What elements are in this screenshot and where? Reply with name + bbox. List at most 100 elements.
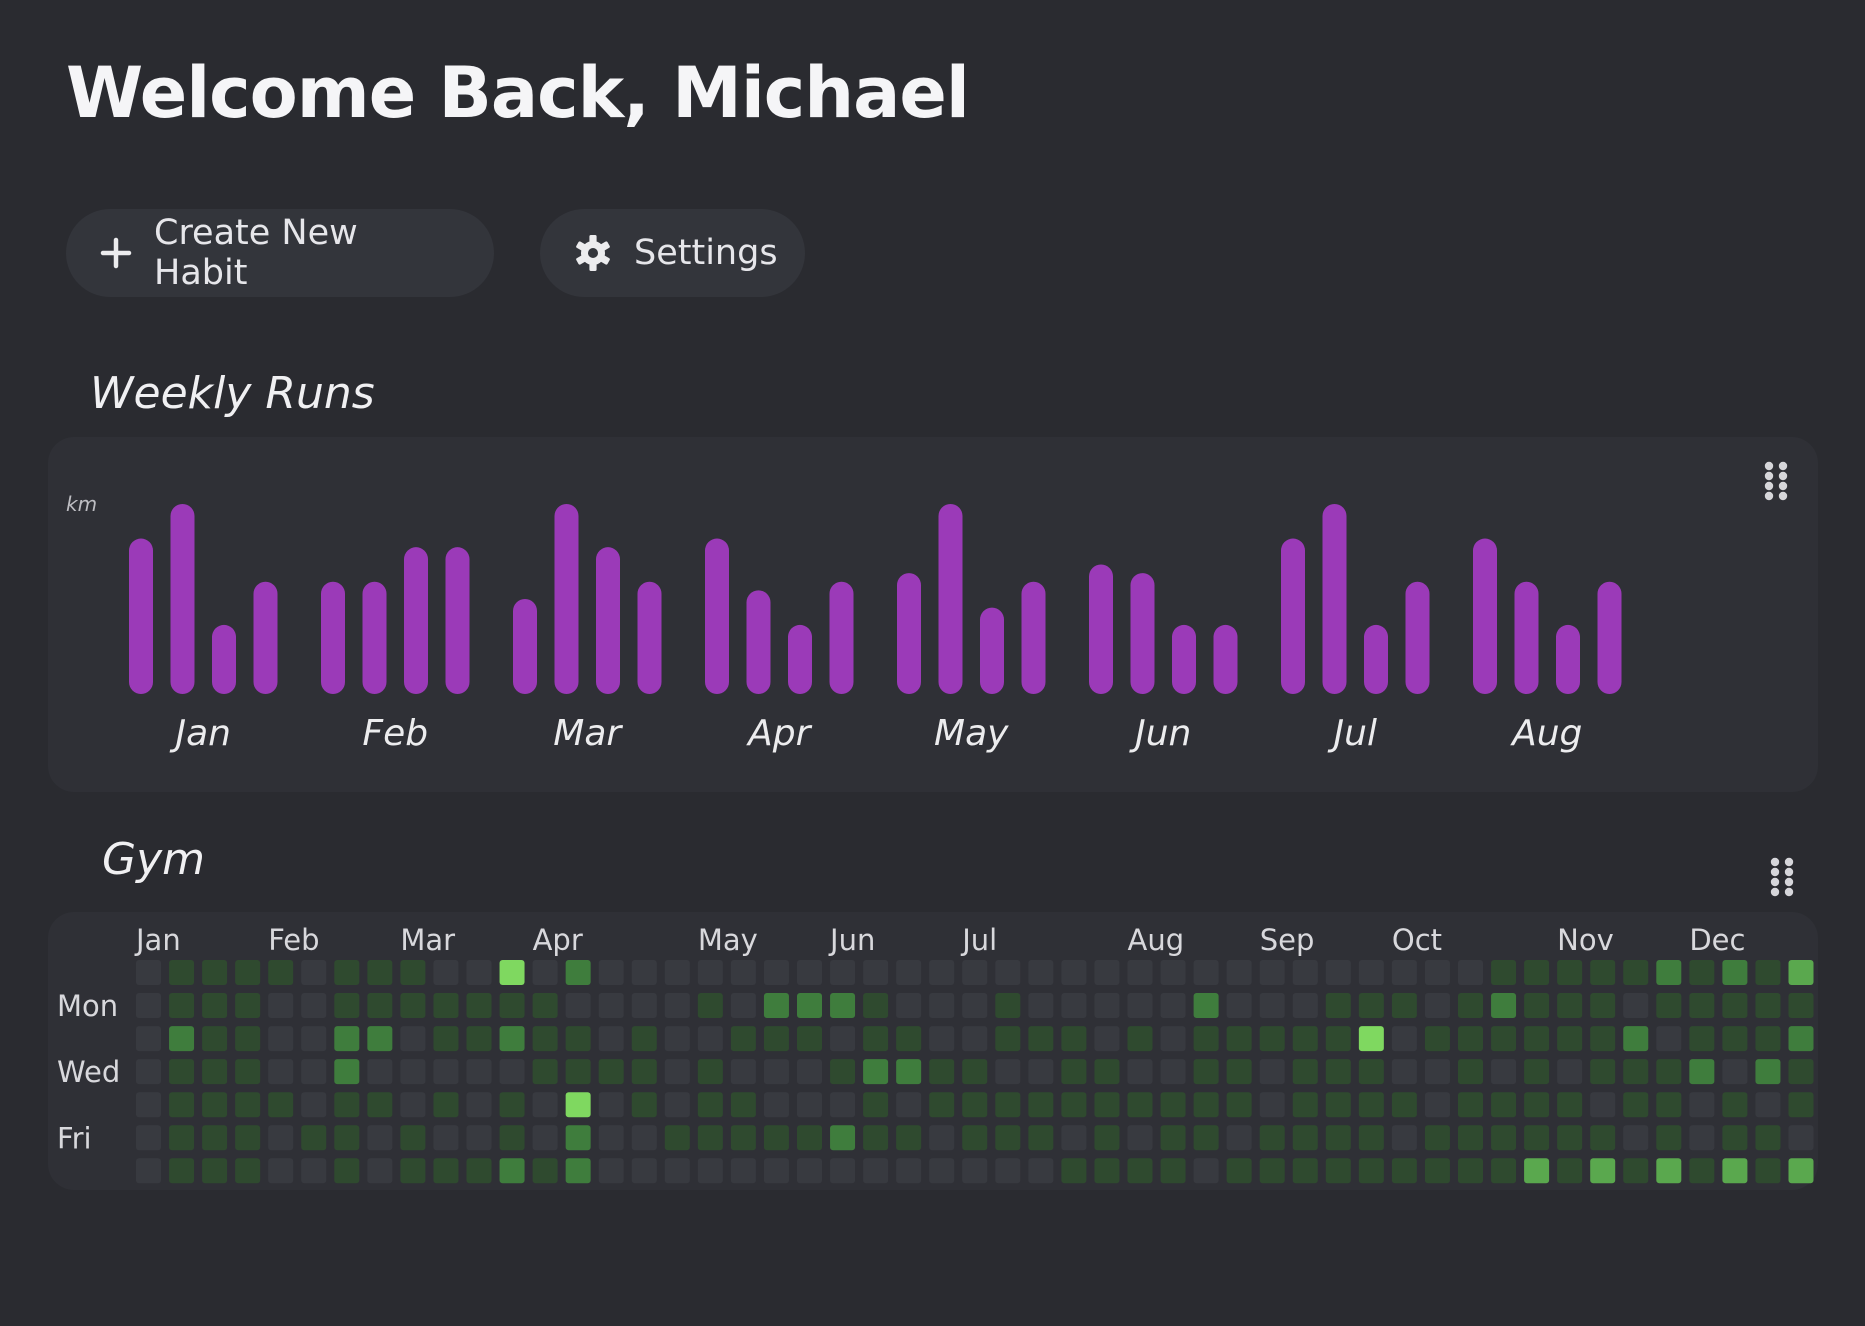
heatmap-cell[interactable] <box>1193 1158 1219 1184</box>
heatmap-cell[interactable] <box>400 1092 426 1118</box>
heatmap-cell[interactable] <box>896 1059 922 1085</box>
bar-jun-week-1[interactable] <box>1089 564 1113 694</box>
bar-may-week-4[interactable] <box>1021 581 1046 694</box>
heatmap-cell[interactable] <box>1325 1092 1351 1118</box>
heatmap-cell[interactable] <box>697 993 723 1019</box>
heatmap-cell[interactable] <box>1424 1059 1450 1085</box>
heatmap-cell[interactable] <box>466 1026 492 1052</box>
heatmap-cell[interactable] <box>797 1059 822 1085</box>
heatmap-cell[interactable] <box>1226 1158 1252 1184</box>
heatmap-cell[interactable] <box>962 1092 988 1118</box>
bar-jan-week-3[interactable] <box>212 624 236 694</box>
heatmap-cell[interactable] <box>136 1092 161 1118</box>
heatmap-cell[interactable] <box>697 1092 723 1118</box>
heatmap-cell[interactable] <box>1292 1026 1318 1052</box>
bar-jul-week-3[interactable] <box>1364 624 1388 694</box>
heatmap-cell[interactable] <box>1524 1059 1550 1085</box>
bar-jul-week-1[interactable] <box>1281 538 1305 694</box>
bar-jul-week-2[interactable] <box>1322 504 1347 694</box>
heatmap-cell[interactable] <box>1689 1125 1715 1151</box>
heatmap-cell[interactable] <box>1391 993 1417 1019</box>
heatmap-cell[interactable] <box>631 1026 657 1052</box>
heatmap-cell[interactable] <box>797 1092 822 1118</box>
heatmap-cell[interactable] <box>1292 960 1318 985</box>
heatmap-cell[interactable] <box>929 993 955 1019</box>
heatmap-cell[interactable] <box>730 960 756 985</box>
heatmap-cell[interactable] <box>730 993 756 1019</box>
heatmap-cell[interactable] <box>1623 1158 1649 1184</box>
heatmap-cell[interactable] <box>1424 1158 1450 1184</box>
heatmap-cell[interactable] <box>1590 1026 1616 1052</box>
heatmap-cell[interactable] <box>532 1125 558 1151</box>
heatmap-cell[interactable] <box>1193 1092 1219 1118</box>
heatmap-cell[interactable] <box>1226 960 1252 985</box>
bar-mar-week-1[interactable] <box>513 599 537 694</box>
heatmap-cell[interactable] <box>1623 960 1649 985</box>
heatmap-cell[interactable] <box>830 993 856 1019</box>
heatmap-cell[interactable] <box>1689 993 1715 1019</box>
heatmap-cell[interactable] <box>1689 1026 1715 1052</box>
heatmap-cell[interactable] <box>598 1158 624 1184</box>
heatmap-cell[interactable] <box>1524 1026 1550 1052</box>
heatmap-cell[interactable] <box>1127 1026 1153 1052</box>
heatmap-cell[interactable] <box>763 1026 789 1052</box>
heatmap-cell[interactable] <box>1160 960 1186 985</box>
heatmap-cell[interactable] <box>1259 1026 1285 1052</box>
heatmap-cell[interactable] <box>962 1059 988 1085</box>
heatmap-cell[interactable] <box>830 1026 856 1052</box>
heatmap-cell[interactable] <box>1491 1026 1517 1052</box>
heatmap-cell[interactable] <box>1160 1158 1186 1184</box>
heatmap-cell[interactable] <box>1325 1026 1351 1052</box>
heatmap-cell[interactable] <box>929 1125 955 1151</box>
heatmap-cell[interactable] <box>730 1158 756 1184</box>
heatmap-cell[interactable] <box>1557 1125 1583 1151</box>
heatmap-cell[interactable] <box>1226 993 1252 1019</box>
bar-aug-week-4[interactable] <box>1597 581 1622 694</box>
heatmap-cell[interactable] <box>532 1059 558 1085</box>
heatmap-cell[interactable] <box>466 1125 492 1151</box>
heatmap-cell[interactable] <box>664 1026 690 1052</box>
heatmap-cell[interactable] <box>1623 993 1649 1019</box>
heatmap-cell[interactable] <box>235 1125 261 1151</box>
heatmap-cell[interactable] <box>1061 1026 1087 1052</box>
heatmap-cell[interactable] <box>1028 1125 1054 1151</box>
heatmap-cell[interactable] <box>499 1158 525 1184</box>
heatmap-cell[interactable] <box>1094 1125 1120 1151</box>
heatmap-cell[interactable] <box>863 1092 889 1118</box>
heatmap-cell[interactable] <box>1656 960 1682 985</box>
bar-may-week-2[interactable] <box>938 504 963 694</box>
heatmap-cell[interactable] <box>1358 1092 1384 1118</box>
heatmap-cell[interactable] <box>136 1026 161 1052</box>
heatmap-cell[interactable] <box>1755 1059 1781 1085</box>
heatmap-cell[interactable] <box>1458 1059 1483 1085</box>
heatmap-cell[interactable] <box>1127 960 1153 985</box>
heatmap-cell[interactable] <box>334 1026 360 1052</box>
bar-jun-week-4[interactable] <box>1213 624 1238 694</box>
heatmap-cell[interactable] <box>1259 1059 1285 1085</box>
bar-apr-week-1[interactable] <box>705 538 729 694</box>
heatmap-cell[interactable] <box>1292 1158 1318 1184</box>
heatmap-cell[interactable] <box>268 993 294 1019</box>
heatmap-cell[interactable] <box>301 1092 327 1118</box>
heatmap-cell[interactable] <box>334 1158 360 1184</box>
heatmap-cell[interactable] <box>136 993 161 1019</box>
heatmap-cell[interactable] <box>1061 960 1087 985</box>
dots-grid-icon[interactable] <box>1768 857 1796 901</box>
heatmap-cell[interactable] <box>1358 1026 1384 1052</box>
heatmap-cell[interactable] <box>565 993 591 1019</box>
heatmap-cell[interactable] <box>565 1158 591 1184</box>
heatmap-cell[interactable] <box>631 1125 657 1151</box>
heatmap-cell[interactable] <box>962 993 988 1019</box>
heatmap-cell[interactable] <box>235 960 261 985</box>
heatmap-cell[interactable] <box>1391 1026 1417 1052</box>
heatmap-cell[interactable] <box>1491 993 1517 1019</box>
heatmap-cell[interactable] <box>830 1059 856 1085</box>
heatmap-cell[interactable] <box>1094 960 1120 985</box>
heatmap-cell[interactable] <box>1292 1092 1318 1118</box>
bar-jun-week-2[interactable] <box>1130 573 1155 694</box>
bar-apr-week-3[interactable] <box>788 624 812 694</box>
heatmap-cell[interactable] <box>1689 1158 1715 1184</box>
heatmap-cell[interactable] <box>400 1158 426 1184</box>
heatmap-cell[interactable] <box>1391 1092 1417 1118</box>
heatmap-cell[interactable] <box>1656 1026 1682 1052</box>
